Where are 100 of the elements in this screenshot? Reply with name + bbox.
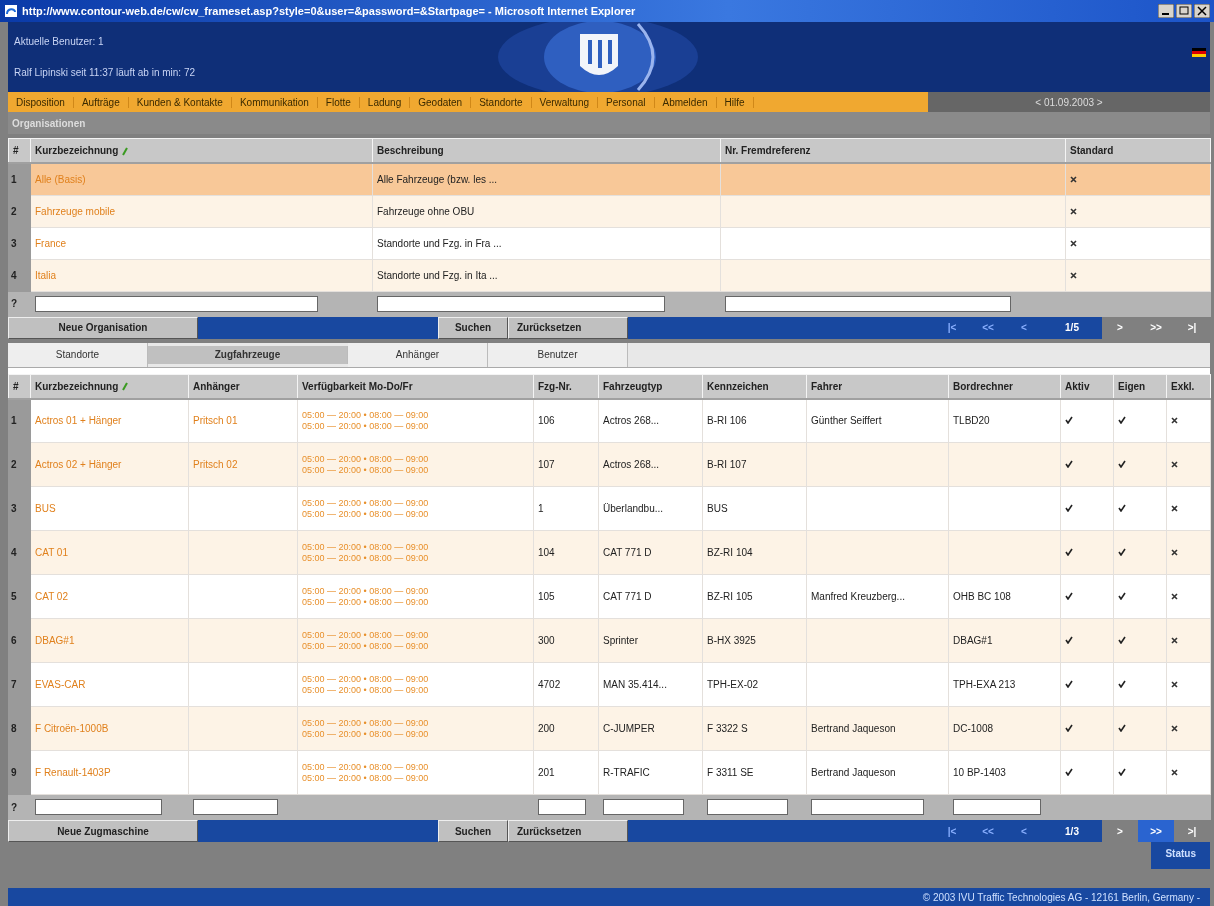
- availability-line: 05:00 — 20:00 • 08:00 — 09:00: [302, 508, 430, 520]
- column-header[interactable]: #: [8, 138, 31, 163]
- column-header[interactable]: Eigen: [1113, 374, 1167, 399]
- column-header[interactable]: #: [8, 374, 31, 399]
- pager-button[interactable]: >>: [1138, 316, 1174, 339]
- availability-line: 05:00 — 20:00 • 08:00 — 09:00: [302, 453, 430, 465]
- row-number: 2: [8, 442, 31, 487]
- column-header[interactable]: Nr. Fremdreferenz: [720, 138, 1066, 163]
- search-button[interactable]: Suchen: [438, 820, 508, 842]
- column-header[interactable]: Kurzbezeichnung: [30, 374, 189, 399]
- menu-item[interactable]: Flotte: [317, 96, 360, 108]
- menu-item[interactable]: Aufträge: [73, 96, 129, 108]
- new-button[interactable]: Neue Organisation: [8, 316, 198, 339]
- session-info: Ralf Lipinski seit 11:37 läuft ab in min: 72: [14, 67, 197, 78]
- close-button[interactable]: [1194, 4, 1210, 18]
- reset-button[interactable]: Zurücksetzen: [508, 820, 628, 842]
- table-cell: 201: [533, 750, 599, 795]
- table-cell: Actros 268...: [598, 398, 703, 443]
- browser-icon: [4, 4, 18, 18]
- column-header[interactable]: Kennzeichen: [702, 374, 807, 399]
- pager-button[interactable]: >|: [1174, 316, 1210, 339]
- column-header[interactable]: Beschreibung: [372, 138, 721, 163]
- menu-item[interactable]: Standorte: [471, 96, 532, 108]
- column-header[interactable]: Fzg-Nr.: [533, 374, 599, 399]
- availability-line: 05:00 — 20:00 • 08:00 — 09:00: [302, 673, 430, 685]
- table-cell: 106: [533, 398, 599, 443]
- column-header[interactable]: Standard: [1065, 138, 1211, 163]
- tab[interactable]: Zugfahrzeuge: [148, 345, 348, 364]
- table-row[interactable]: 3 France Standorte und Fzg. in Fra ...: [8, 227, 1211, 259]
- table-cell: Pritsch 01: [188, 398, 298, 443]
- table-cell: Überlandbu...: [598, 486, 703, 531]
- table-cell: Manfred Kreuzberg...: [806, 574, 949, 619]
- filter-field[interactable]: [538, 799, 586, 815]
- filter-field[interactable]: [811, 799, 925, 815]
- table-cell: C-JUMPER: [598, 706, 703, 751]
- table-cell: Alle (Basis): [30, 163, 373, 195]
- table-cell: MAN 35.414...: [598, 662, 703, 707]
- filter-field[interactable]: [193, 799, 278, 815]
- filter-field[interactable]: [603, 799, 684, 815]
- column-header[interactable]: Exkl.: [1166, 374, 1211, 399]
- column-header[interactable]: Fahrer: [806, 374, 949, 399]
- tab[interactable]: Standorte: [8, 342, 148, 367]
- table-cell: B-RI 107: [702, 442, 807, 487]
- availability-line: 05:00 — 20:00 • 08:00 — 09:00: [302, 497, 430, 509]
- row-marker: ?: [11, 801, 18, 813]
- menu-item[interactable]: Personal: [598, 96, 655, 108]
- pager-button[interactable]: >|: [1174, 820, 1210, 842]
- table-cell: 4702: [533, 662, 599, 707]
- availability-line: 05:00 — 20:00 • 08:00 — 09:00: [302, 552, 430, 564]
- menu-item[interactable]: Kommunikation: [231, 96, 318, 108]
- column-header[interactable]: Verfügbarkeit Mo-Do/Fr: [297, 374, 534, 399]
- menu-item[interactable]: Geodaten: [410, 96, 472, 108]
- pager-button[interactable]: >: [1102, 316, 1138, 339]
- table-cell: Standorte und Fzg. in Fra ...: [372, 227, 721, 259]
- filter-field[interactable]: [725, 295, 1011, 312]
- table-row[interactable]: 2 Fahrzeuge mobile Fahrzeuge ohne OBU: [8, 195, 1211, 227]
- pager-button[interactable]: >: [1102, 820, 1138, 842]
- column-header[interactable]: Kurzbezeichnung: [30, 138, 373, 163]
- column-header[interactable]: Aktiv: [1060, 374, 1114, 399]
- availability-line: 05:00 — 20:00 • 08:00 — 09:00: [302, 728, 430, 740]
- availability-line: 05:00 — 20:00 • 08:00 — 09:00: [302, 761, 430, 773]
- table-cell: CAT 771 D: [598, 530, 703, 575]
- table-cell: Bertrand Jaqueson: [806, 706, 949, 751]
- table-row[interactable]: 1 Alle (Basis) Alle Fahrzeuge (bzw. les ...: [8, 163, 1211, 195]
- table-cell: F Renault-1403P: [30, 750, 189, 795]
- table-cell: BUS: [702, 486, 807, 531]
- menu-item[interactable]: Hilfe: [716, 96, 754, 108]
- menu-item[interactable]: Verwaltung: [531, 96, 599, 108]
- table-cell: CAT 771 D: [598, 574, 703, 619]
- filter-field[interactable]: [35, 799, 162, 815]
- row-number: 8: [8, 706, 31, 751]
- filter-field[interactable]: [953, 799, 1041, 815]
- pager-button[interactable]: >>: [1138, 820, 1174, 842]
- filter-field[interactable]: [35, 295, 319, 312]
- maximize-button[interactable]: [1176, 4, 1192, 18]
- table-cell: TLBD20: [948, 398, 1061, 443]
- column-header[interactable]: Anhänger: [188, 374, 298, 399]
- row-number: 1: [8, 398, 31, 443]
- tab[interactable]: Benutzer: [488, 342, 628, 367]
- tab[interactable]: Anhänger: [348, 342, 488, 367]
- table-cell: Actros 01 + Hänger: [30, 398, 189, 443]
- menu-item[interactable]: Abmelden: [654, 96, 717, 108]
- column-header[interactable]: Bordrechner: [948, 374, 1061, 399]
- flag-icon[interactable]: [1192, 48, 1206, 57]
- row-number: 7: [8, 662, 31, 707]
- menu-item[interactable]: Ladung: [359, 96, 411, 108]
- column-header[interactable]: Fahrzeugtyp: [598, 374, 703, 399]
- search-button[interactable]: Suchen: [438, 316, 508, 339]
- date-selector[interactable]: < 01.09.2003 >: [928, 96, 1210, 108]
- reset-button[interactable]: Zurücksetzen: [508, 316, 628, 339]
- table-row[interactable]: 4 Italia Standorte und Fzg. in Ita ...: [8, 259, 1211, 291]
- table-cell: Actros 268...: [598, 442, 703, 487]
- filter-field[interactable]: [377, 295, 666, 312]
- filter-field[interactable]: [707, 799, 788, 815]
- new-button[interactable]: Neue Zugmaschine: [8, 820, 198, 842]
- table-cell: F Citroën-1000B: [30, 706, 189, 751]
- minimize-button[interactable]: [1158, 4, 1174, 18]
- row-number: 2: [8, 195, 31, 227]
- menu-item[interactable]: Disposition: [8, 96, 74, 108]
- menu-item[interactable]: Kunden & Kontakte: [128, 96, 232, 108]
